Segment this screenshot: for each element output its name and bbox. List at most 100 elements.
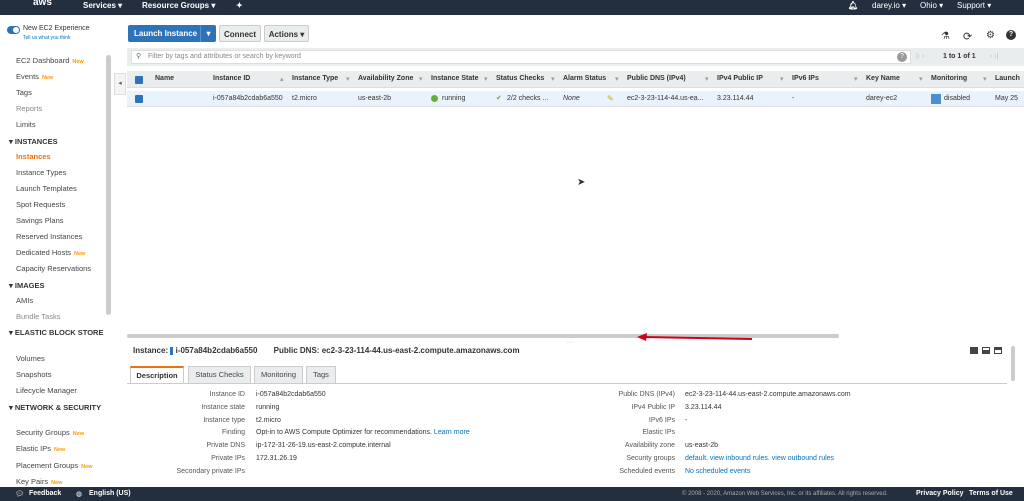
sort-icon[interactable]: ▾ <box>551 75 555 83</box>
pin-icon[interactable]: ✦ <box>236 1 243 10</box>
sidebar-item[interactable]: Snapshots <box>16 370 51 379</box>
sidebar-item[interactable]: Savings Plans <box>16 216 64 225</box>
launch-dropdown-icon[interactable]: ▾ <box>200 25 216 42</box>
table-row[interactable]: i-057a84b2cdab6a550 t2.micro us-east-2b run… <box>127 91 1024 107</box>
sort-icon[interactable]: ▾ <box>705 75 709 83</box>
privacy-link[interactable]: Privacy Policy <box>916 490 963 497</box>
sidebar-item[interactable]: Instance Types <box>16 168 66 177</box>
aws-logo[interactable]: aws <box>33 0 52 8</box>
sidebar-scrollbar[interactable] <box>106 55 111 315</box>
sidebar-item-label: Volumes <box>16 354 45 363</box>
tab-tags[interactable]: Tags <box>306 366 336 384</box>
region-menu[interactable]: Ohio ▾ <box>920 1 943 10</box>
detail-value: - <box>685 417 687 424</box>
alarm-add-icon[interactable]: ✎ <box>607 94 614 103</box>
bell-icon[interactable]: 🔔︎ <box>848 1 858 10</box>
sidebar-item[interactable]: Tags <box>16 88 32 97</box>
new-experience-toggle[interactable] <box>7 26 20 34</box>
feedback-link[interactable]: Feedback <box>29 490 61 497</box>
column-header[interactable]: Launch <box>995 75 1020 82</box>
detail-label: Availability zone <box>624 442 675 450</box>
sort-icon[interactable]: ▾ <box>615 75 619 83</box>
sort-icon[interactable]: ▾ <box>919 75 923 83</box>
sidebar-item[interactable]: Dedicated Hosts New <box>16 248 85 257</box>
column-header[interactable]: Public DNS (IPv4) <box>627 75 686 82</box>
support-menu[interactable]: Support ▾ <box>957 1 991 10</box>
tab-description[interactable]: Description <box>130 366 184 384</box>
gear-icon[interactable]: ⚙ <box>986 30 995 41</box>
first-page-icon[interactable]: |‹ ‹ <box>916 53 924 60</box>
help-icon[interactable]: ? <box>1006 30 1016 40</box>
terms-link[interactable]: Terms of Use <box>969 490 1013 497</box>
sidebar-item[interactable]: Launch Templates <box>16 184 77 193</box>
column-header[interactable]: Name <box>155 75 174 82</box>
sort-icon[interactable]: ▴ <box>280 75 284 83</box>
connect-button[interactable]: Connect <box>219 25 261 42</box>
sidebar-section[interactable]: ▾ IMAGES <box>9 281 104 291</box>
column-header[interactable]: Status Checks <box>496 75 544 82</box>
sidebar-item[interactable]: Volumes <box>16 354 45 363</box>
filter-input[interactable]: ⚲ Filter by tags and attributes or search… <box>131 50 911 64</box>
resource-groups-menu[interactable]: Resource Groups ▾ <box>142 1 215 10</box>
sidebar-item[interactable]: Security Groups New <box>16 428 84 437</box>
collapse-sidebar-button[interactable]: ◂ <box>114 73 126 95</box>
select-all-checkbox[interactable] <box>135 76 143 84</box>
sort-icon[interactable]: ▾ <box>484 75 488 83</box>
learn-more-link[interactable]: Learn more <box>434 429 470 436</box>
sidebar-section[interactable]: ▾ INSTANCES <box>9 137 104 147</box>
sidebar-item[interactable]: Key Pairs New <box>16 477 62 486</box>
filter-help-icon[interactable]: ? <box>897 52 907 62</box>
column-header[interactable]: Instance ID <box>213 75 250 82</box>
services-menu[interactable]: Services ▾ <box>83 1 122 10</box>
refresh-icon[interactable]: ⟳ <box>963 30 972 43</box>
sidebar-item[interactable]: Instances <box>16 152 51 161</box>
feedback-link[interactable]: Tell us what you think <box>23 35 71 41</box>
sidebar-item[interactable]: Placement Groups New <box>16 461 92 470</box>
sidebar-item[interactable]: Reserved Instances <box>16 232 82 241</box>
column-header[interactable]: Instance State <box>431 75 478 82</box>
resize-handle[interactable]: ··· <box>566 339 573 346</box>
column-header[interactable]: Alarm Status <box>563 75 606 82</box>
sidebar-item[interactable]: AMIs <box>16 296 33 305</box>
sidebar-item[interactable]: Bundle Tasks <box>16 312 60 321</box>
sort-icon[interactable]: ▾ <box>346 75 350 83</box>
sidebar-section[interactable]: ▾ NETWORK & SECURITY <box>9 403 104 413</box>
sort-icon[interactable]: ▾ <box>419 75 423 83</box>
sidebar-item[interactable]: Lifecycle Manager <box>16 386 77 395</box>
sort-icon[interactable]: ▾ <box>983 75 987 83</box>
tab-monitoring[interactable]: Monitoring <box>254 366 303 384</box>
sidebar-item[interactable]: Limits <box>16 120 36 129</box>
sidebar-item[interactable]: Capacity Reservations <box>16 264 91 273</box>
sort-icon[interactable]: ▾ <box>854 75 858 83</box>
sidebar-item[interactable]: EC2 Dashboard New <box>16 56 84 65</box>
column-header[interactable]: IPv4 Public IP <box>717 75 763 82</box>
account-menu[interactable]: darey.io ▾ <box>872 1 906 10</box>
column-header[interactable]: Availability Zone <box>358 75 413 82</box>
column-header[interactable]: IPv6 IPs <box>792 75 819 82</box>
column-header[interactable]: Monitoring <box>931 75 967 82</box>
sidebar-item[interactable]: Reports <box>16 104 42 113</box>
feedback-icon[interactable]: 💬︎ <box>15 490 24 498</box>
flask-icon[interactable]: ⚗ <box>941 31 950 42</box>
actions-button[interactable]: Actions ▾ <box>264 25 309 42</box>
column-header[interactable]: Instance Type <box>292 75 338 82</box>
globe-icon[interactable]: ◍ <box>76 490 82 498</box>
sidebar-item[interactable]: Events New <box>16 72 53 81</box>
row-checkbox[interactable] <box>135 95 143 103</box>
launch-instance-button[interactable]: Launch Instance ▾ <box>128 25 216 42</box>
panel-max-icon[interactable] <box>970 347 978 354</box>
column-header[interactable]: Key Name <box>866 75 900 82</box>
tab-status-checks[interactable]: Status Checks <box>188 366 251 384</box>
panel-min-icon[interactable] <box>994 347 1002 354</box>
detail-scrollbar[interactable] <box>1011 346 1015 381</box>
sort-icon[interactable]: ▾ <box>780 75 784 83</box>
sidebar-item[interactable]: Elastic IPs New <box>16 444 65 453</box>
sidebar-item[interactable]: Spot Requests <box>16 200 65 209</box>
panel-half-icon[interactable] <box>982 347 990 354</box>
sidebar-item-label: Dedicated Hosts <box>16 248 72 257</box>
detail-link[interactable]: default. view inbound rules. view outbou… <box>685 455 834 462</box>
detail-link[interactable]: No scheduled events <box>685 468 750 475</box>
next-page-icon[interactable]: › ›| <box>990 53 998 60</box>
sidebar-section[interactable]: ▾ ELASTIC BLOCK STORE <box>9 328 104 338</box>
language-selector[interactable]: English (US) <box>89 490 131 497</box>
